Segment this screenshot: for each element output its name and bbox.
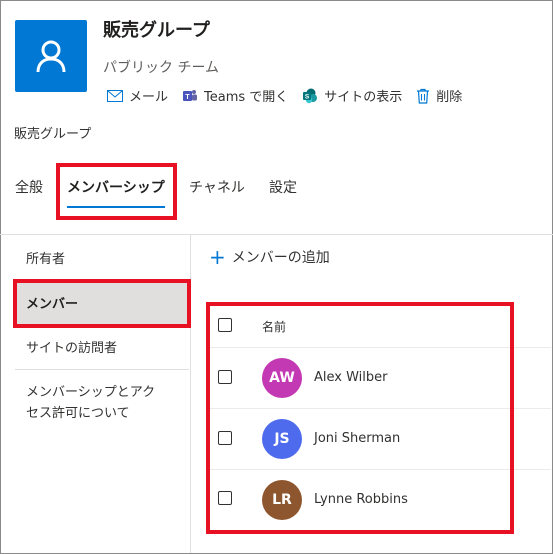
member-name[interactable]: Joni Sherman [314,431,400,446]
active-tab-indicator [67,206,165,208]
group-type: パブリック チーム [103,60,220,76]
action-bar: メール T Teams で開く S サイトの表示 削除 [107,86,476,105]
row-checkbox-joni-sherman[interactable] [218,431,232,445]
select-all-checkbox[interactable] [218,318,232,332]
tab-general[interactable]: 全般 [15,177,43,197]
trash-icon [417,88,430,104]
sidebar-about-line2: セス許可について [26,406,130,421]
person-icon [36,40,66,73]
mail-icon [107,89,123,102]
group-avatar [15,20,87,92]
sidebar-divider [15,369,189,370]
row-divider [210,469,551,470]
delete-label: 削除 [436,90,463,105]
sharepoint-icon: S [303,88,318,103]
mail-button[interactable]: メール [107,86,168,105]
header-divider [210,347,551,348]
row-divider [210,408,551,409]
delete-button[interactable]: 削除 [416,86,462,105]
mail-label: メール [129,90,169,105]
svg-text:S: S [305,93,310,100]
add-member-label: メンバーの追加 [231,250,330,266]
page-title: 販売グループ [103,20,210,41]
sidebar-item-members[interactable]: メンバー [26,293,78,312]
member-name[interactable]: Lynne Robbins [314,492,408,507]
tab-settings[interactable]: 設定 [269,177,297,197]
plus-icon: + [209,245,226,269]
add-member-button[interactable]: + メンバーの追加 [209,247,330,267]
open-in-teams-label: Teams で開く [204,90,289,105]
member-name[interactable]: Alex Wilber [314,370,388,385]
svg-text:T: T [185,94,190,101]
sidebar-item-about-permissions[interactable]: メンバーシップとアク セス許可について [26,382,155,424]
sidebar-about-line1: メンバーシップとアク [26,385,156,400]
open-in-teams-button[interactable]: T Teams で開く [182,86,288,105]
sidebar-item-owners[interactable]: 所有者 [26,248,65,267]
view-site-button[interactable]: S サイトの表示 [302,86,402,105]
tab-channels[interactable]: チャネル [189,177,245,197]
row-checkbox-alex-wilber[interactable] [218,370,232,384]
tab-membership[interactable]: メンバーシップ [67,177,165,197]
view-site-label: サイトの表示 [324,90,403,105]
breadcrumb: 販売グループ [14,127,92,142]
column-header-name: 名前 [262,320,287,334]
row-checkbox-lynne-robbins[interactable] [218,491,232,505]
avatar: LR [262,480,302,520]
sidebar-item-site-visitors[interactable]: サイトの訪問者 [26,337,117,356]
avatar: AW [262,358,302,398]
avatar: JS [262,419,302,459]
teams-icon: T [183,89,198,101]
